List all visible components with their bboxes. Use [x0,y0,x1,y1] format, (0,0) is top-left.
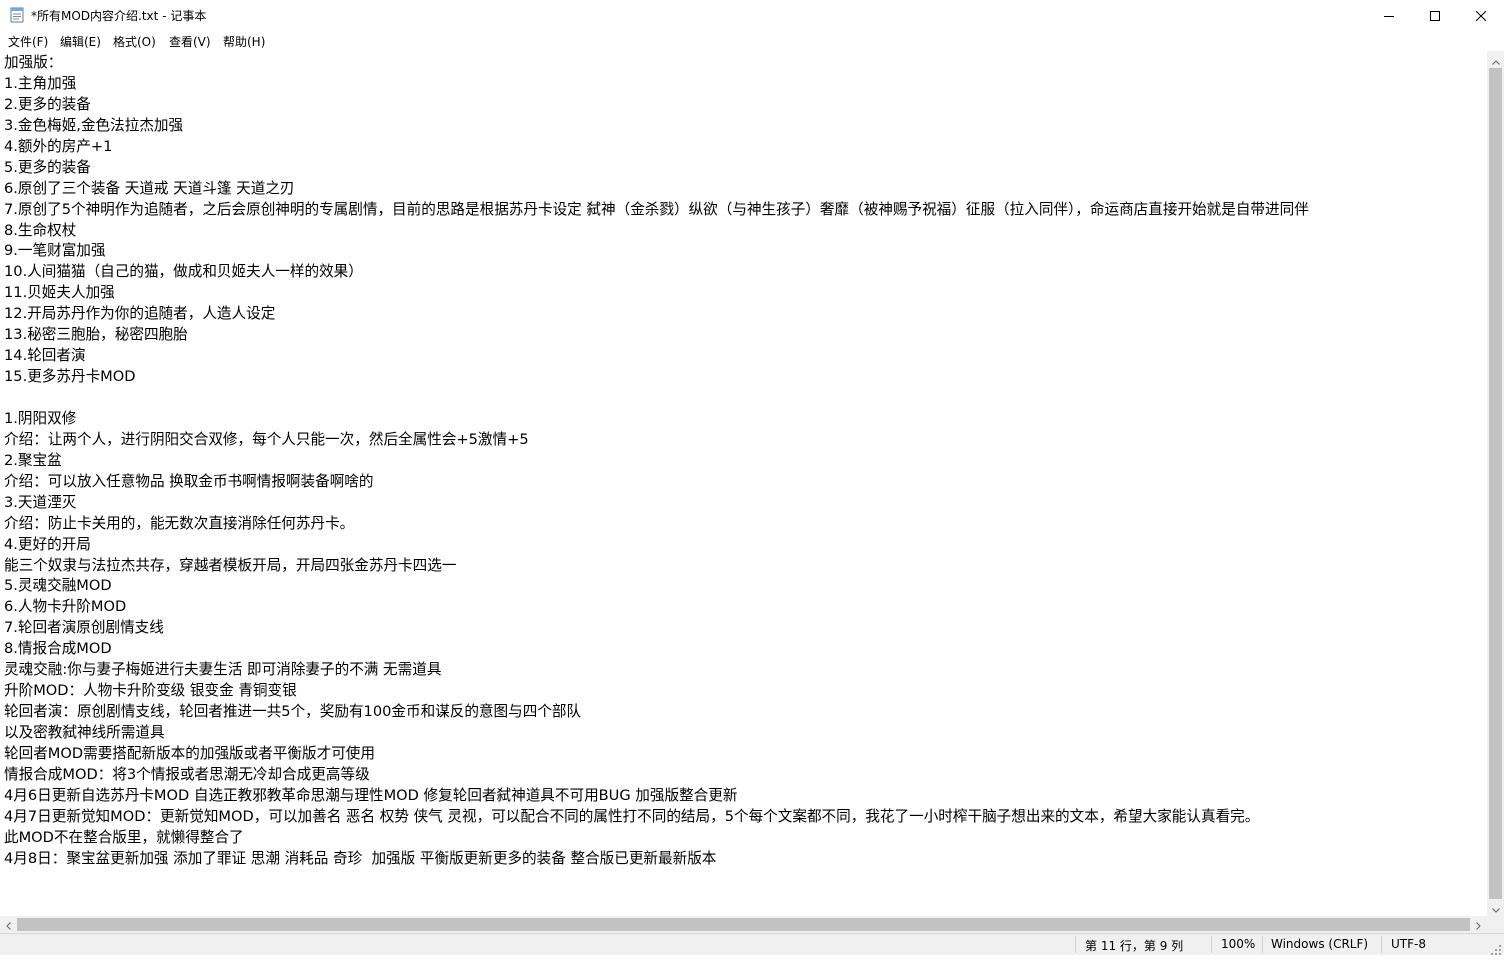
scroll-corner [1487,916,1504,933]
maximize-icon [1430,6,1440,25]
editor-line[interactable]: 1.阴阳双修 [4,409,1309,430]
chevron-right-icon [1476,915,1481,934]
editor-line[interactable]: 15.更多苏丹卡MOD [4,367,1309,388]
editor-line[interactable]: 3.天道湮灭 [4,493,1309,514]
chevron-down-icon [1491,898,1500,917]
resize-grip-icon[interactable] [1490,941,1502,955]
status-bar: 第 11 行，第 9 列 100% Windows (CRLF) UTF-8 [0,933,1504,955]
editor-line[interactable]: 4.额外的房产+1 [4,137,1309,158]
chevron-up-icon [1491,50,1500,69]
editor-line[interactable]: 以及密教弑神线所需道具 [4,723,1309,744]
editor-line[interactable]: 10.人间猫猫（自己的猫，做成和贝姬夫人一样的效果） [4,262,1309,283]
close-button[interactable] [1458,0,1504,31]
minimize-icon [1384,6,1394,25]
editor-line[interactable]: 介绍：让两个人，进行阴阳交合双修，每个人只能一次，然后全属性会+5激情+5 [4,430,1309,451]
editor-line[interactable]: 4月7日更新觉知MOD：更新觉知MOD，可以加善名 恶名 权势 侠气 灵视，可以… [4,807,1309,828]
editor-line[interactable]: 4.更好的开局 [4,535,1309,556]
editor-line[interactable]: 加强版： [4,53,1309,74]
minimize-button[interactable] [1366,0,1412,31]
editor-line[interactable]: 11.贝姬夫人加强 [4,283,1309,304]
menu-format[interactable]: 格式(O) [113,33,156,50]
editor-line[interactable]: 介绍：可以放入任意物品 换取金币书啊情报啊装备啊啥的 [4,472,1309,493]
editor-line[interactable]: 轮回者演：原创剧情支线，轮回者推进一共5个，奖励有100金币和谋反的意图与四个部… [4,702,1309,723]
editor-line[interactable]: 5.灵魂交融MOD [4,576,1309,597]
notepad-window: *所有MOD内容介绍.txt - 记事本 文件(F) 编辑(E) 格式(O) 查… [0,0,1504,955]
editor-line[interactable]: 8.生命权杖 [4,221,1309,242]
maximize-button[interactable] [1412,0,1458,31]
editor-line[interactable]: 5.更多的装备 [4,158,1309,179]
status-divider [1262,936,1263,953]
horizontal-scrollbar[interactable] [0,916,1487,933]
editor-line[interactable]: 4月8日：聚宝盆更新加强 添加了罪证 思潮 消耗品 奇珍 加强版 平衡版更新更多… [4,849,1309,870]
editor-line[interactable]: 12.开局苏丹作为你的追随者，人造人设定 [4,304,1309,325]
editor-line[interactable]: 7.原创了5个神明作为追随者，之后会原创神明的专属剧情，目前的思路是根据苏丹卡设… [4,200,1309,221]
menu-file[interactable]: 文件(F) [8,33,48,50]
scroll-down-button[interactable] [1487,899,1504,916]
editor-line[interactable]: 8.情报合成MOD [4,639,1309,660]
editor-line[interactable]: 介绍：防止卡关用的，能无数次直接消除任何苏丹卡。 [4,514,1309,535]
zoom-level: 100% [1221,937,1256,951]
menu-help[interactable]: 帮助(H) [223,33,265,50]
notepad-icon [10,7,24,23]
editor-line[interactable]: 1.主角加强 [4,74,1309,95]
scroll-up-button[interactable] [1487,51,1504,68]
close-icon [1475,6,1487,25]
vertical-scrollbar[interactable] [1487,51,1504,916]
editor-line[interactable]: 13.秘密三胞胎，秘密四胞胎 [4,325,1309,346]
menu-view[interactable]: 查看(V) [169,33,211,50]
status-divider [1211,936,1212,953]
menu-edit[interactable]: 编辑(E) [60,33,101,50]
scroll-right-button[interactable] [1470,916,1487,933]
editor-line[interactable] [4,388,1309,409]
vertical-scroll-thumb[interactable] [1489,68,1502,899]
menu-bar: 文件(F) 编辑(E) 格式(O) 查看(V) 帮助(H) [0,31,1504,50]
editor-line[interactable]: 此MOD不在整合版里，就懒得整合了 [4,828,1309,849]
editor-line[interactable]: 3.金色梅姬,金色法拉杰加强 [4,116,1309,137]
encoding: UTF-8 [1391,937,1426,951]
editor-line[interactable]: 4月6日更新自选苏丹卡MOD 自选正教邪教革命思潮与理性MOD 修复轮回者弑神道… [4,786,1309,807]
editor-line[interactable]: 灵魂交融:你与妻子梅姬进行夫妻生活 即可消除妻子的不满 无需道具 [4,660,1309,681]
editor-line[interactable]: 6.原创了三个装备 天道戒 天道斗篷 天道之刃 [4,179,1309,200]
chevron-left-icon [6,915,11,934]
scroll-left-button[interactable] [0,916,17,933]
title-bar[interactable]: *所有MOD内容介绍.txt - 记事本 [0,0,1504,31]
status-divider [1381,936,1382,953]
editor-line[interactable]: 能三个奴隶与法拉杰共存，穿越者模板开局，开局四张金苏丹卡四选一 [4,556,1309,577]
status-divider [1075,936,1076,953]
editor-line[interactable]: 6.人物卡升阶MOD [4,597,1309,618]
editor-line[interactable]: 9.一笔财富加强 [4,241,1309,262]
editor-line[interactable]: 2.聚宝盆 [4,451,1309,472]
window-title: *所有MOD内容介绍.txt - 记事本 [31,9,207,23]
editor-text[interactable]: 加强版： 1.主角加强 2.更多的装备 3.金色梅姬,金色法拉杰加强 4.额外的房产+1… [4,53,1309,870]
cursor-position: 第 11 行，第 9 列 [1085,939,1184,953]
editor-line[interactable]: 情报合成MOD：将3个情报或者思潮无冷却合成更高等级 [4,765,1309,786]
horizontal-scroll-thumb[interactable] [17,918,1470,931]
line-ending: Windows (CRLF) [1271,937,1369,951]
text-editor[interactable]: 加强版： 1.主角加强 2.更多的装备 3.金色梅姬,金色法拉杰加强 4.额外的房产+1… [0,51,1487,916]
editor-line[interactable]: 升阶MOD：人物卡升阶变级 银变金 青铜变银 [4,681,1309,702]
editor-line[interactable]: 轮回者MOD需要搭配新版本的加强版或者平衡版才可使用 [4,744,1309,765]
editor-line[interactable]: 7.轮回者演原创剧情支线 [4,618,1309,639]
editor-line[interactable]: 14.轮回者演 [4,346,1309,367]
editor-line[interactable]: 2.更多的装备 [4,95,1309,116]
